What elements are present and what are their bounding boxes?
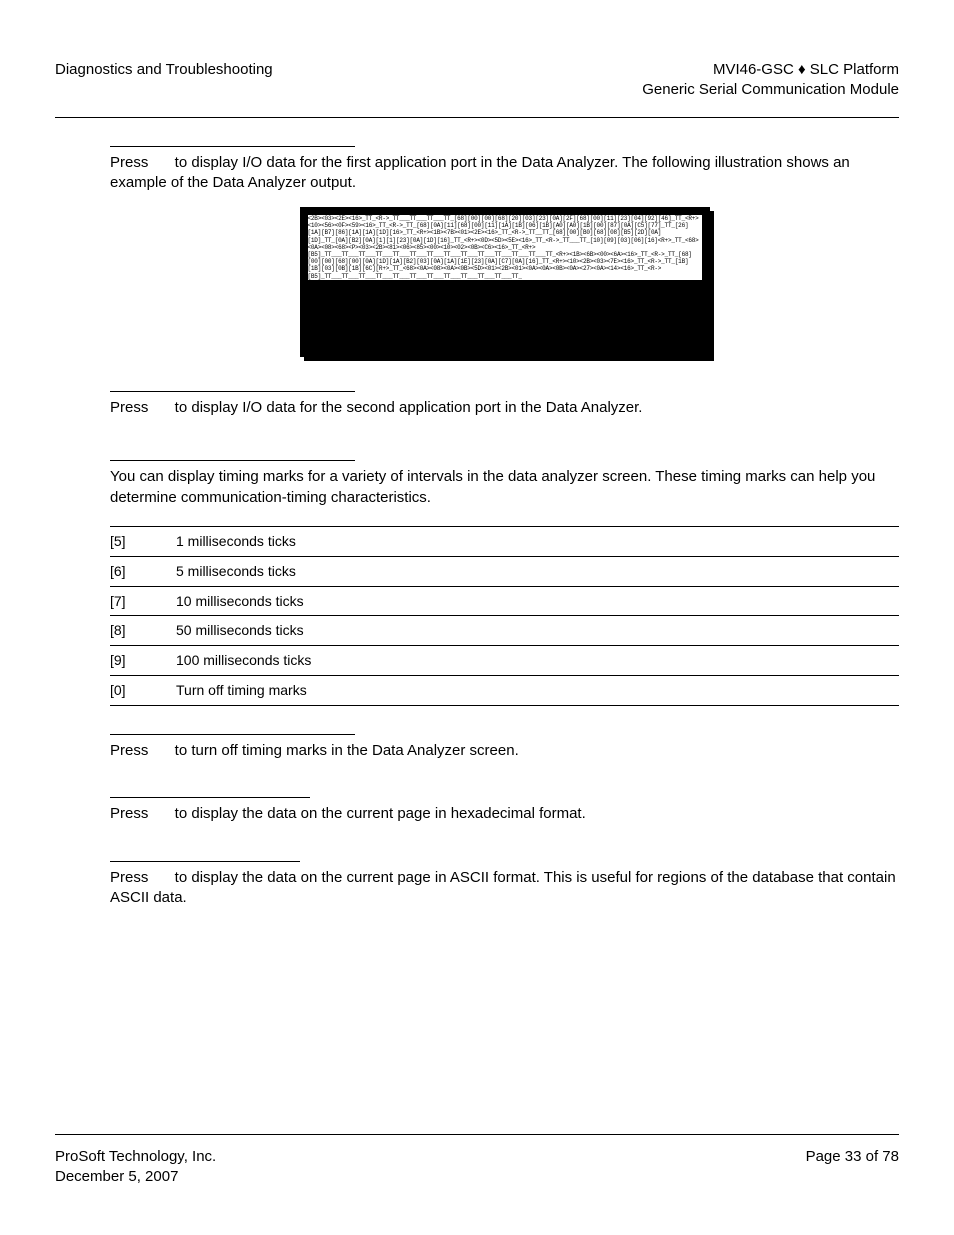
value-cell: 100 milliseconds ticks [176,646,899,676]
para-port1: Press to display I/O data for the first … [110,153,899,194]
header-product: MVI46-GSC ♦ SLC Platform [642,60,899,80]
press-label: Press [110,742,148,759]
timing-marks-table: [5]1 milliseconds ticks [6]5 millisecond… [110,526,899,706]
table-row: [7]10 milliseconds ticks [110,586,899,616]
para-ascii: Press to display the data on the current… [110,868,899,909]
key-cell: [9] [110,646,176,676]
key-cell: [6] [110,556,176,586]
value-cell: 10 milliseconds ticks [176,586,899,616]
para-text: to turn off timing marks in the Data Ana… [171,742,519,759]
section-rule [110,146,355,147]
section-rule [110,861,300,862]
section-rule [110,460,355,461]
table-row: [0]Turn off timing marks [110,676,899,706]
para-text: to display I/O data for the second appli… [171,399,643,416]
value-cell: 1 milliseconds ticks [176,526,899,556]
press-label: Press [110,399,148,416]
press-label: Press [110,154,148,171]
footer-company: ProSoft Technology, Inc. [55,1147,216,1167]
para-text: to display the data on the current page … [171,805,586,822]
key-cell: [7] [110,586,176,616]
press-label: Press [110,805,148,822]
data-analyzer-output: <2B><03><2E><16>_TT_<R->_TT___TT___TT___… [300,207,710,357]
para-port2: Press to display I/O data for the second… [110,398,899,418]
value-cell: 5 milliseconds ticks [176,556,899,586]
header-right: MVI46-GSC ♦ SLC Platform Generic Serial … [642,60,899,101]
value-cell: Turn off timing marks [176,676,899,706]
key-cell: [5] [110,526,176,556]
para-turnoff: Press to turn off timing marks in the Da… [110,741,899,761]
press-label: Press [110,869,148,886]
para-text: to display I/O data for the first applic… [110,154,850,191]
footer-date: December 5, 2007 [55,1167,216,1187]
page-content: Press to display I/O data for the first … [55,146,899,909]
para-hex: Press to display the data on the current… [110,804,899,824]
value-cell: 50 milliseconds ticks [176,616,899,646]
para-timing-intro: You can display timing marks for a varie… [110,467,899,508]
section-rule [110,391,355,392]
key-cell: [8] [110,616,176,646]
table-row: [6]5 milliseconds ticks [110,556,899,586]
footer-page: Page 33 of 78 [806,1147,899,1188]
key-cell: [0] [110,676,176,706]
table-row: [5]1 milliseconds ticks [110,526,899,556]
para-text: to display the data on the current page … [110,869,896,906]
header-left: Diagnostics and Troubleshooting [55,60,273,101]
section-rule [110,797,310,798]
page-footer: ProSoft Technology, Inc. December 5, 200… [55,1134,899,1188]
footer-left: ProSoft Technology, Inc. December 5, 200… [55,1147,216,1188]
header-subtitle: Generic Serial Communication Module [642,80,899,100]
table-row: [8]50 milliseconds ticks [110,616,899,646]
section-rule [110,734,355,735]
analyzer-dump: <2B><03><2E><16>_TT_<R->_TT___TT___TT___… [308,215,702,280]
page-header: Diagnostics and Troubleshooting MVI46-GS… [55,60,899,118]
table-row: [9]100 milliseconds ticks [110,646,899,676]
